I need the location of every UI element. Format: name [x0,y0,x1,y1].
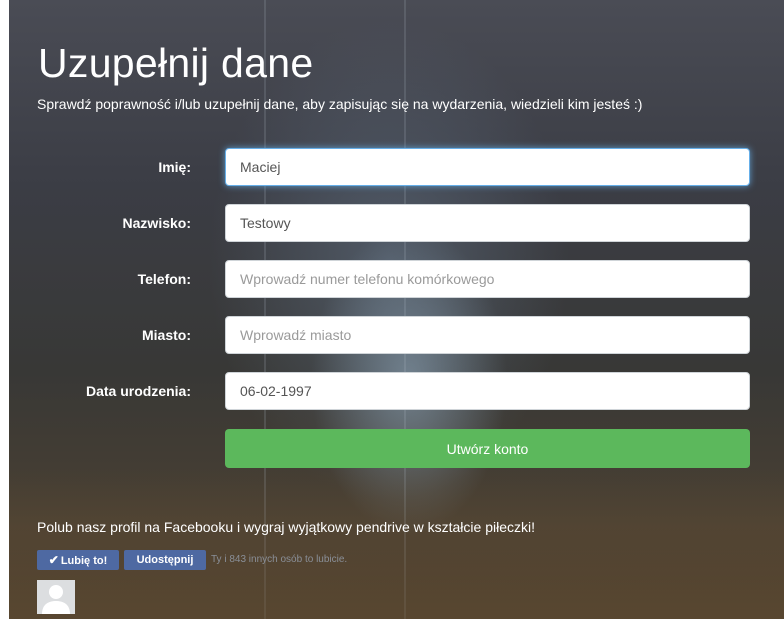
facebook-share-button[interactable]: Udostępnij [124,550,206,570]
facebook-like-count: Ty i 843 innych osób to lubicie. [211,554,348,565]
first-name-input[interactable] [225,148,750,186]
field-row-city: Miasto: [9,316,784,356]
facebook-like-label: Lubię to! [60,555,108,567]
page-subtitle: Sprawdź poprawność i/lub uzupełnij dane,… [37,96,643,112]
checkmark-icon: ✔ [48,553,59,567]
field-row-phone: Telefon: [9,260,784,300]
phone-input[interactable] [225,260,750,298]
field-row-last-name: Nazwisko: [9,204,784,244]
first-name-label: Imię: [158,159,191,175]
page-title: Uzupełnij dane [38,40,314,86]
background-floor [9,469,784,619]
create-account-button[interactable]: Utwórz konto [225,429,750,468]
field-row-birth-date: Data urodzenia: [9,372,784,412]
facebook-promo-text: Polub nasz profil na Facebooku i wygraj … [37,519,535,535]
city-input[interactable] [225,316,750,354]
registration-panel: Uzupełnij dane Sprawdź poprawność i/lub … [9,0,784,619]
birth-date-input[interactable] [225,372,750,410]
facebook-like-button[interactable]: ✔ Lubię to! [37,550,119,570]
user-silhouette-icon [42,585,70,614]
field-row-first-name: Imię: [9,148,784,188]
last-name-input[interactable] [225,204,750,242]
last-name-label: Nazwisko: [122,215,191,231]
birth-date-label: Data urodzenia: [85,383,191,399]
city-label: Miasto: [142,327,191,343]
avatar [37,580,75,614]
phone-label: Telefon: [137,271,191,287]
